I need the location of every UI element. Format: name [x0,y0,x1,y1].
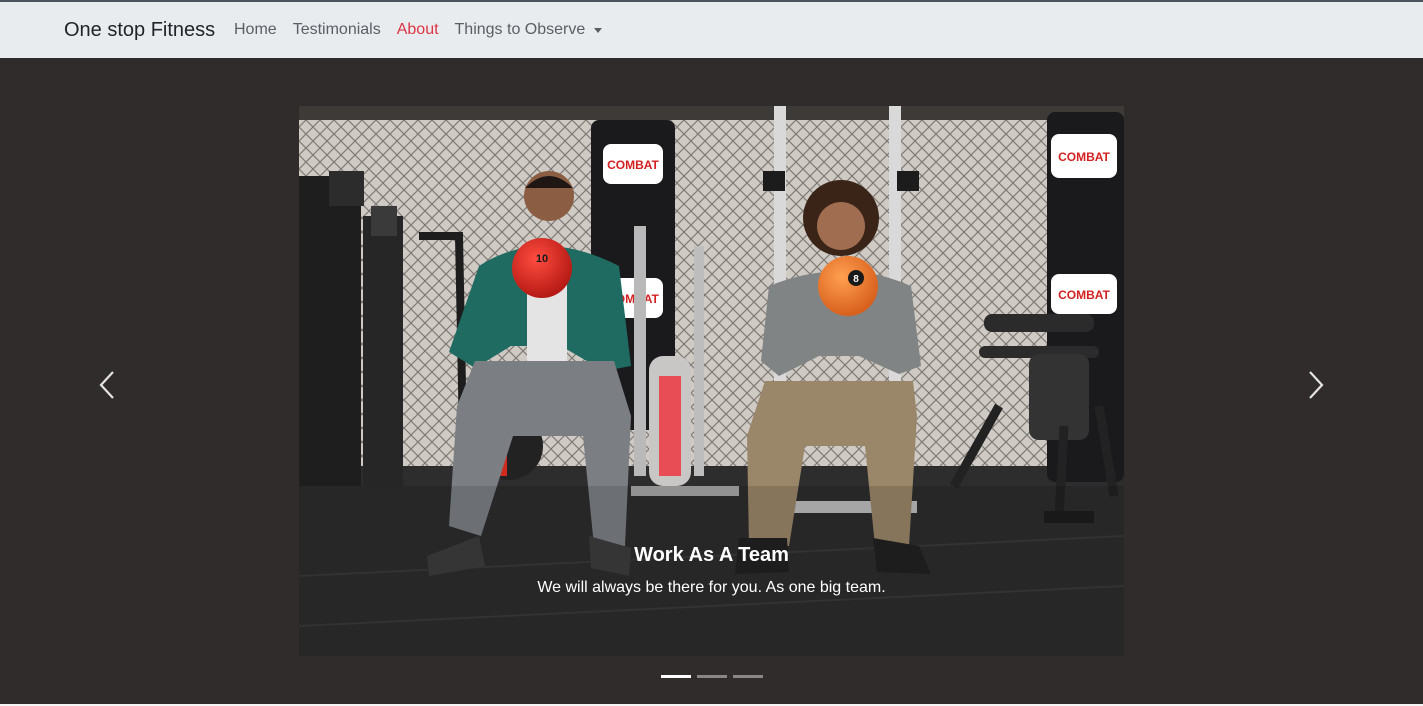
nav-home[interactable]: Home [234,21,277,39]
carousel-indicator-1[interactable] [661,675,691,678]
banner-logo-4: COMBAT [1058,288,1110,302]
brand-link[interactable]: One stop Fitness [64,19,215,42]
banner-logo-3: COMBAT [1058,150,1110,164]
carousel-slide: COMBAT COMBAT COMBAT COMBAT 10 8 Work As… [299,106,1124,656]
nav-things-to-observe-label: Things to Observe [454,21,586,38]
carousel-next-button[interactable] [1296,365,1336,405]
gym-photo-illustration: COMBAT COMBAT COMBAT COMBAT 10 8 [299,106,1124,656]
caret-down-icon [594,28,603,33]
slide-title: Work As A Team [634,544,789,566]
carousel-prev-button[interactable] [87,365,127,405]
nav-about[interactable]: About [397,21,439,39]
carousel-indicator-3[interactable] [733,675,763,678]
ball-number-8: 8 [853,274,859,285]
chevron-left-icon [99,371,114,399]
nav-testimonials[interactable]: Testimonials [293,21,381,39]
banner-logo-1: COMBAT [607,158,659,172]
carousel-indicators [661,675,769,678]
navbar: One stop Fitness Home Testimonials About… [0,2,1423,58]
nav-menu: Home Testimonials About Things to Observ… [234,21,618,39]
slide-text: We will always be there for you. As one … [537,579,886,596]
chevron-right-icon [1309,371,1324,399]
ball-number-10: 10 [536,253,548,265]
carousel: COMBAT COMBAT COMBAT COMBAT 10 8 Work As… [0,58,1423,704]
carousel-indicator-2[interactable] [697,675,727,678]
nav-things-to-observe-dropdown[interactable]: Things to Observe [455,21,603,39]
